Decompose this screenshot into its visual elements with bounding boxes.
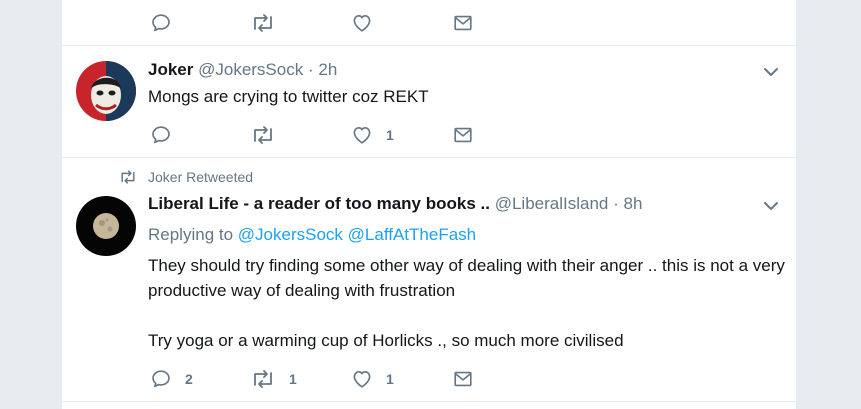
- avatar[interactable]: [76, 196, 136, 256]
- tweet[interactable]: [62, 0, 796, 46]
- mention-link[interactable]: @LaffAtTheFash: [348, 225, 476, 244]
- heart-icon: [353, 15, 371, 32]
- envelope-icon: [454, 371, 472, 387]
- message-button[interactable]: [452, 123, 474, 147]
- tweet[interactable]: Joker Retweeted Liberal Life - a reader …: [62, 158, 796, 402]
- heart-icon: [353, 371, 371, 388]
- retweet-context-label: Joker Retweeted: [148, 169, 254, 185]
- timestamp[interactable]: 2h: [318, 60, 337, 79]
- retweet-button[interactable]: [250, 123, 289, 147]
- tweet-actions: [150, 11, 480, 35]
- timestamp[interactable]: 8h: [624, 194, 643, 213]
- moon-avatar-image: [76, 196, 136, 256]
- mention-link[interactable]: @JokersSock: [238, 225, 343, 244]
- display-name[interactable]: Liberal Life - a reader of too many book…: [148, 194, 490, 213]
- reply-icon: [152, 126, 170, 144]
- retweet-icon: [254, 126, 272, 144]
- reply-count: 2: [185, 371, 193, 387]
- retweet-button[interactable]: [250, 11, 289, 35]
- like-count: 1: [386, 371, 394, 387]
- message-button[interactable]: [452, 11, 474, 35]
- retweet-icon: [254, 370, 272, 388]
- replying-to: Replying to @JokersSock @LaffAtTheFash: [148, 224, 476, 246]
- separator: ·: [613, 194, 619, 213]
- user-handle[interactable]: @LiberalIsland: [495, 194, 609, 213]
- like-count: 1: [386, 127, 394, 143]
- replying-to-label: Replying to: [148, 225, 234, 244]
- envelope-icon: [454, 127, 472, 143]
- chevron-down-icon[interactable]: [761, 62, 781, 82]
- envelope-icon: [454, 15, 472, 31]
- heart-icon: [353, 127, 371, 144]
- separator: ·: [307, 60, 314, 79]
- retweet-icon: [254, 14, 272, 32]
- retweet-count: 1: [289, 371, 297, 387]
- reply-icon: [152, 14, 170, 32]
- tweet-header: Liberal Life - a reader of too many book…: [148, 193, 642, 215]
- like-button[interactable]: [351, 11, 386, 35]
- tweet-header: Joker @JokersSock · 2h: [148, 59, 337, 81]
- tweet-text: Mongs are crying to twitter coz REKT: [148, 87, 429, 106]
- reply-icon: [152, 370, 170, 388]
- like-button[interactable]: 1: [351, 123, 394, 147]
- reply-button[interactable]: [150, 123, 185, 147]
- chevron-down-icon[interactable]: [761, 196, 781, 216]
- message-button[interactable]: [452, 367, 474, 391]
- retweet-icon: [121, 170, 135, 184]
- avatar[interactable]: [76, 61, 136, 121]
- reply-button[interactable]: 2: [150, 367, 193, 391]
- joker-avatar-image: [76, 61, 136, 121]
- reply-button[interactable]: [150, 11, 185, 35]
- like-button[interactable]: 1: [351, 367, 394, 391]
- timeline: Joker @JokersSock · 2h Mongs are crying …: [62, 0, 796, 409]
- retweet-context[interactable]: Joker Retweeted: [118, 169, 253, 185]
- display-name[interactable]: Joker: [148, 60, 193, 79]
- tweet-actions: 2 1 1: [150, 367, 480, 391]
- user-handle[interactable]: @JokersSock: [198, 60, 303, 79]
- tweet-text: They should try finding some other way o…: [148, 256, 785, 350]
- tweet-actions: 1: [150, 123, 480, 147]
- retweet-button[interactable]: 1: [250, 367, 297, 391]
- tweet[interactable]: Joker @JokersSock · 2h Mongs are crying …: [62, 46, 796, 158]
